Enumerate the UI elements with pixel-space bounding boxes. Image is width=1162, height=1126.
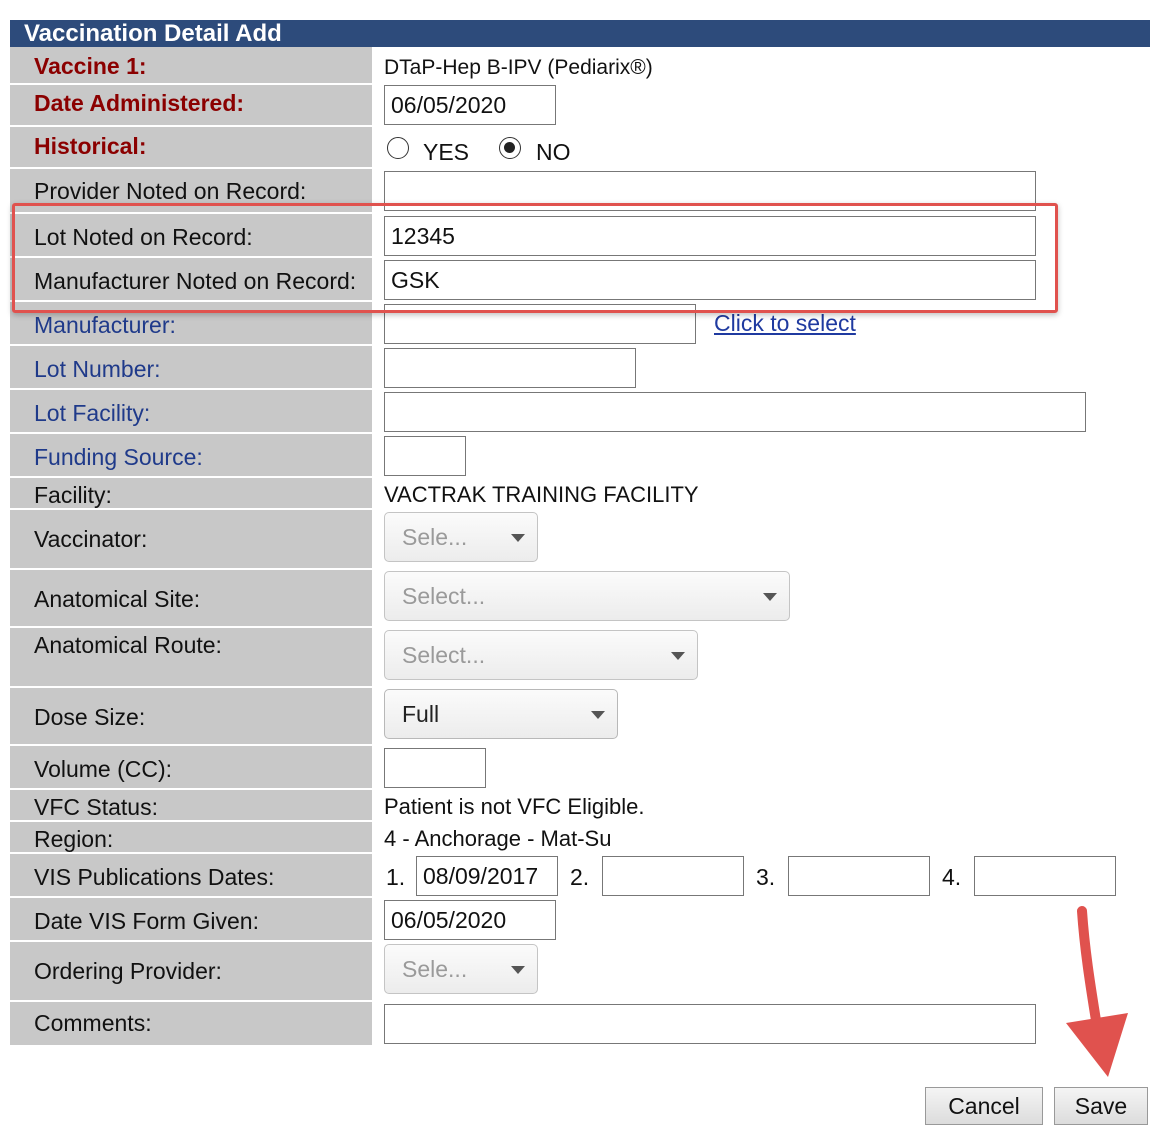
ordering-provider-select-value: Sele...: [402, 956, 468, 982]
vis-date-1-number: 1.: [386, 864, 406, 890]
lot-noted-input[interactable]: [384, 216, 1036, 256]
manufacturer-noted-label: Manufacturer Noted on Record:: [34, 268, 357, 294]
cancel-button[interactable]: Cancel: [925, 1087, 1043, 1125]
lot-number-input[interactable]: [384, 348, 636, 388]
row-divider: [10, 686, 372, 688]
row-divider: [10, 167, 372, 169]
region-label: Region:: [34, 826, 114, 852]
chevron-down-icon: [763, 593, 777, 601]
provider-noted-label: Provider Noted on Record:: [34, 178, 307, 204]
provider-noted-input[interactable]: [384, 171, 1036, 211]
manufacturer-input[interactable]: [384, 304, 696, 344]
row-divider: [10, 568, 372, 570]
vis-date-4-input[interactable]: [974, 856, 1116, 896]
row-divider: [10, 940, 372, 942]
ordering-provider-select[interactable]: Sele...: [384, 944, 538, 994]
row-divider: [10, 476, 372, 478]
historical-no-label: NO: [536, 139, 571, 165]
row-divider: [10, 300, 372, 302]
vis-date-4-number: 4.: [942, 864, 962, 890]
row-divider: [10, 125, 372, 127]
vaccine-label: Vaccine 1:: [34, 53, 147, 79]
vfc-status-value: Patient is not VFC Eligible.: [384, 794, 645, 819]
row-divider: [10, 626, 372, 628]
row-divider: [10, 1000, 372, 1002]
anatomical-route-select[interactable]: Select...: [384, 630, 698, 680]
lot-facility-label: Lot Facility:: [34, 400, 151, 426]
page-title: Vaccination Detail Add: [10, 20, 1150, 47]
radio-selected-dot: [504, 142, 515, 153]
row-divider: [10, 744, 372, 746]
date-administered-input[interactable]: [384, 85, 556, 125]
historical-label: Historical:: [34, 133, 147, 159]
dose-size-select-value: Full: [402, 701, 440, 727]
historical-no-radio[interactable]: [499, 137, 521, 159]
row-divider: [10, 344, 372, 346]
dose-size-select[interactable]: Full: [384, 689, 618, 739]
row-divider: [10, 388, 372, 390]
chevron-down-icon: [671, 652, 685, 660]
funding-source-input[interactable]: [384, 436, 466, 476]
facility-value: VACTRAK TRAINING FACILITY: [384, 482, 699, 507]
vis-date-3-input[interactable]: [788, 856, 930, 896]
lot-facility-input[interactable]: [384, 392, 1086, 432]
lot-noted-label: Lot Noted on Record:: [34, 224, 253, 250]
region-value: 4 - Anchorage - Mat-Su: [384, 826, 612, 851]
row-divider: [10, 896, 372, 898]
manufacturer-noted-input[interactable]: [384, 260, 1036, 300]
date-vis-given-input[interactable]: [384, 900, 556, 940]
vaccine-value: DTaP-Hep B-IPV (Pediarix®): [384, 56, 653, 79]
anatomical-site-select-value: Select...: [402, 583, 486, 609]
date-administered-label: Date Administered:: [34, 90, 245, 116]
anatomical-site-select[interactable]: Select...: [384, 571, 790, 621]
comments-label: Comments:: [34, 1010, 152, 1036]
manufacturer-label: Manufacturer:: [34, 312, 176, 338]
row-divider: [10, 83, 372, 85]
anatomical-route-select-value: Select...: [402, 642, 486, 668]
dose-size-label: Dose Size:: [34, 704, 146, 730]
vaccinator-select[interactable]: Sele...: [384, 512, 538, 562]
click-to-select-link[interactable]: Click to select: [714, 310, 856, 337]
save-button[interactable]: Save: [1054, 1087, 1148, 1125]
chevron-down-icon: [591, 711, 605, 719]
facility-label: Facility:: [34, 482, 112, 508]
funding-source-label: Funding Source:: [34, 444, 203, 470]
chevron-down-icon: [511, 966, 525, 974]
chevron-down-icon: [511, 534, 525, 542]
ordering-provider-label: Ordering Provider:: [34, 958, 222, 984]
row-divider: [10, 212, 372, 214]
lot-number-label: Lot Number:: [34, 356, 161, 382]
anatomical-site-label: Anatomical Site:: [34, 586, 201, 612]
vis-date-2-input[interactable]: [602, 856, 744, 896]
row-divider: [10, 256, 372, 258]
volume-input[interactable]: [384, 748, 486, 788]
row-divider: [10, 788, 372, 790]
volume-label: Volume (CC):: [34, 756, 173, 782]
vis-date-3-number: 3.: [756, 864, 776, 890]
vis-date-2-number: 2.: [570, 864, 590, 890]
vis-dates-label: VIS Publications Dates:: [34, 864, 275, 890]
vfc-status-label: VFC Status:: [34, 794, 158, 820]
vis-date-1-input[interactable]: [416, 856, 558, 896]
anatomical-route-label: Anatomical Route:: [34, 632, 222, 658]
historical-yes-radio[interactable]: [387, 137, 409, 159]
comments-input[interactable]: [384, 1004, 1036, 1044]
historical-yes-label: YES: [423, 139, 470, 165]
row-divider: [10, 432, 372, 434]
date-vis-given-label: Date VIS Form Given:: [34, 908, 259, 934]
vaccinator-label: Vaccinator:: [34, 526, 148, 552]
vaccinator-select-value: Sele...: [402, 524, 468, 550]
arrow-down-icon: [1066, 906, 1128, 1077]
